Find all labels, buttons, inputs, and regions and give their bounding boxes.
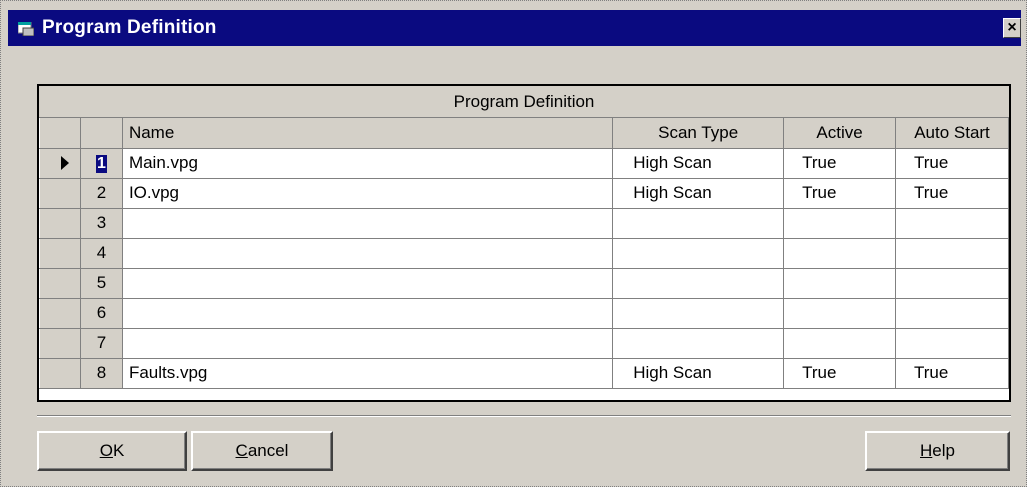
selector-header [39,118,81,149]
row-number-label: 5 [96,273,107,292]
row-number-label: 6 [96,303,107,322]
app-window-icon [17,21,35,37]
scan-type-cell[interactable] [612,268,785,299]
row-selector[interactable] [39,177,81,209]
row-selector[interactable] [39,267,81,299]
scan-type-cell[interactable] [612,328,785,359]
ok-label-rest: K [112,441,125,460]
name-cell[interactable]: IO.vpg [122,178,614,209]
table-row[interactable]: 3 [39,207,1009,239]
name-cell[interactable] [122,238,614,269]
close-icon: × [1007,19,1017,36]
auto-start-cell[interactable] [895,238,1009,269]
row-number: 1 [80,148,123,179]
table-row[interactable]: 4 [39,237,1009,269]
row-number: 5 [80,268,123,299]
current-row-arrow-icon [61,156,69,170]
auto-start-cell[interactable] [895,298,1009,329]
row-number-label: 2 [96,183,107,202]
grid-caption: Program Definition [39,86,1009,118]
name-cell[interactable]: Main.vpg [122,148,614,179]
auto-start-cell[interactable] [895,208,1009,239]
column-header-auto-start[interactable]: Auto Start [895,118,1009,149]
row-number: 2 [80,178,123,209]
column-header-name[interactable]: Name [122,118,614,149]
row-selector[interactable] [39,357,81,389]
row-number-label: 1 [96,155,107,173]
row-number: 6 [80,298,123,329]
ok-accel-letter: O [99,441,113,460]
help-label-rest: elp [932,441,955,460]
title-bar[interactable]: Program Definition × [8,10,1021,46]
program-definition-dialog: Program Definition × Program Definition … [0,0,1027,487]
row-number: 7 [80,328,123,359]
row-selector[interactable] [39,297,81,329]
row-number-label: 4 [96,243,107,262]
name-cell[interactable] [122,298,614,329]
auto-start-cell[interactable]: True [895,358,1009,389]
active-cell[interactable]: True [783,148,896,179]
program-grid[interactable]: Program Definition Name Scan Type Active… [37,84,1011,402]
separator-line [37,415,1011,417]
name-cell[interactable]: Faults.vpg [122,358,614,389]
cancel-button[interactable]: Cancel [191,431,333,471]
scan-type-cell[interactable]: High Scan [612,148,785,179]
table-row[interactable]: 2 IO.vpg High Scan True True [39,177,1009,209]
window-title: Program Definition [42,17,217,38]
ok-button[interactable]: OK [37,431,187,471]
name-cell[interactable] [122,268,614,299]
active-cell[interactable]: True [783,178,896,209]
column-header-active[interactable]: Active [783,118,896,149]
auto-start-cell[interactable] [895,328,1009,359]
cancel-accel-letter: C [235,441,248,460]
help-button[interactable]: Help [865,431,1010,471]
close-button[interactable]: × [1003,18,1021,38]
row-number: 3 [80,208,123,239]
name-cell[interactable] [122,328,614,359]
cancel-label-rest: ancel [247,441,289,460]
auto-start-cell[interactable]: True [895,178,1009,209]
active-cell[interactable] [783,328,896,359]
active-cell[interactable]: True [783,358,896,389]
row-number: 4 [80,238,123,269]
row-number-label: 3 [96,213,107,232]
row-number-header [80,118,123,149]
auto-start-cell[interactable]: True [895,148,1009,179]
table-row[interactable]: 6 [39,297,1009,329]
table-row[interactable]: 7 [39,327,1009,359]
program-table: Name Scan Type Active Auto Start 1 Main.v… [39,118,1009,389]
active-cell[interactable] [783,238,896,269]
row-number: 8 [80,358,123,389]
help-accel-letter: H [920,441,933,460]
row-selector[interactable] [39,237,81,269]
table-row[interactable]: 8 Faults.vpg High Scan True True [39,357,1009,389]
table-row[interactable]: 5 [39,267,1009,299]
row-number-label: 7 [96,333,107,352]
scan-type-cell[interactable] [612,238,785,269]
active-cell[interactable] [783,208,896,239]
scan-type-cell[interactable]: High Scan [612,358,785,389]
table-row[interactable]: 1 Main.vpg High Scan True True [39,147,1009,179]
header-row: Name Scan Type Active Auto Start [39,118,1009,149]
scan-type-cell[interactable]: High Scan [612,178,785,209]
row-selector[interactable] [39,207,81,239]
scan-type-cell[interactable] [612,298,785,329]
row-number-label: 8 [96,363,107,382]
name-cell[interactable] [122,208,614,239]
column-header-scan-type[interactable]: Scan Type [612,118,785,149]
active-cell[interactable] [783,298,896,329]
scan-type-cell[interactable] [612,208,785,239]
auto-start-cell[interactable] [895,268,1009,299]
row-selector[interactable] [39,147,81,179]
active-cell[interactable] [783,268,896,299]
row-selector[interactable] [39,327,81,359]
